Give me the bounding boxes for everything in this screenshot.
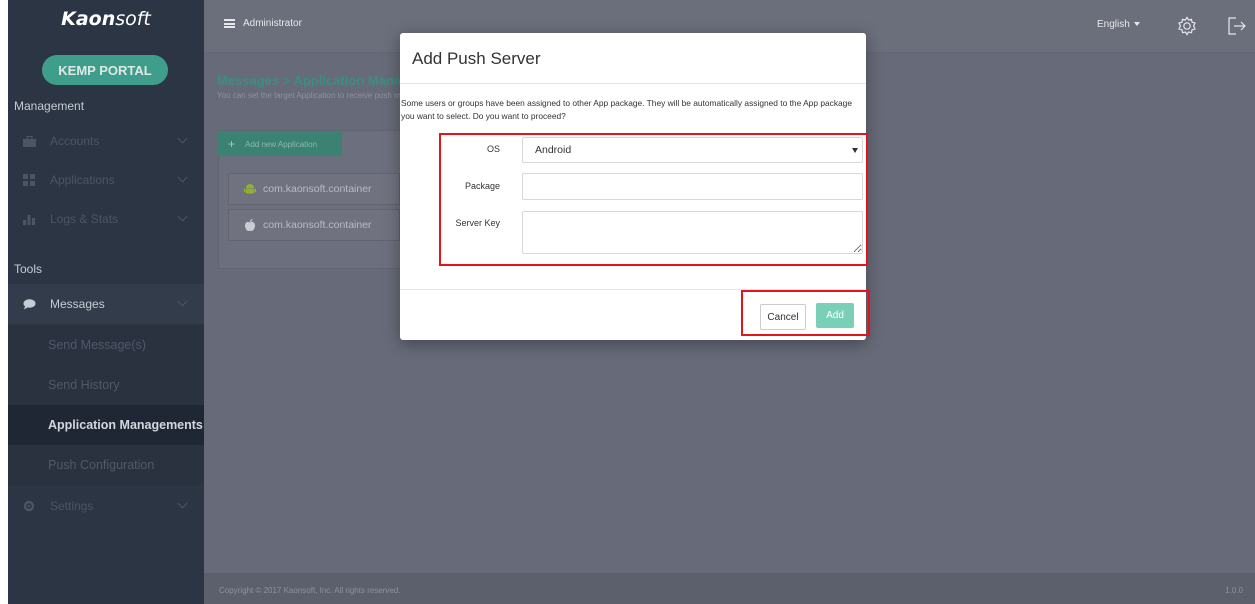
sidebar-subitem-application-managements[interactable]: Application Managements <box>8 405 204 445</box>
user-menu[interactable]: Administrator <box>224 18 302 29</box>
caret-down-icon <box>1133 22 1140 27</box>
section-management-label: Management <box>14 99 85 113</box>
language-dropdown[interactable]: English <box>1097 19 1140 30</box>
sidebar: Kaon soft KEMP PORTAL Management Accounts… <box>8 0 204 604</box>
grid-icon <box>22 174 36 186</box>
sidebar-item-label: Settings <box>50 499 94 513</box>
sidebar-subitem-label: Push Configuration <box>48 458 155 472</box>
sidebar-item-label: Applications <box>50 173 115 187</box>
copyright-text: Copyright © 2017 Kaonsoft, Inc. All righ… <box>219 586 401 595</box>
briefcase-icon <box>22 135 36 147</box>
menu-list-icon <box>224 19 235 28</box>
add-new-application-label: Add new Application <box>245 139 318 149</box>
logo-light: soft <box>115 8 151 30</box>
bar-chart-icon <box>22 213 36 225</box>
chevron-down-icon <box>177 296 188 307</box>
sidebar-item-settings[interactable]: Settings <box>8 486 204 526</box>
footer: Copyright © 2017 Kaonsoft, Inc. All righ… <box>204 573 1255 604</box>
chevron-down-icon <box>177 172 188 183</box>
user-name: Administrator <box>243 18 302 29</box>
chevron-down-icon <box>177 133 188 144</box>
version-text: 1.0.0 <box>1225 586 1243 595</box>
android-icon <box>243 182 257 196</box>
sidebar-item-label: Messages <box>50 297 105 311</box>
chat-bubble-icon <box>22 298 36 310</box>
apple-icon <box>243 218 257 232</box>
logo-bold: Kaon <box>61 8 116 30</box>
sidebar-item-applications[interactable]: Applications <box>8 160 204 200</box>
modal-divider <box>400 83 866 84</box>
sidebar-item-label: Logs & Stats <box>50 212 119 226</box>
logout-icon[interactable] <box>1226 15 1248 37</box>
form-fields-highlight <box>439 133 868 266</box>
buttons-highlight <box>741 290 870 336</box>
kemp-portal-button[interactable]: KEMP PORTAL <box>42 55 168 85</box>
modal-message: Some users or groups have been assigned … <box>401 98 852 121</box>
gear-icon[interactable] <box>1176 15 1198 37</box>
modal-title: Add Push Server <box>412 49 541 68</box>
list-item[interactable]: com.kaonsoft.container <box>228 173 400 205</box>
sidebar-subitem-label: Send History <box>48 378 120 392</box>
chevron-down-icon <box>177 498 188 509</box>
sidebar-item-accounts[interactable]: Accounts <box>8 121 204 161</box>
chevron-down-icon <box>177 211 188 222</box>
app-package-name: com.kaonsoft.container <box>263 183 372 195</box>
gear-icon <box>22 500 36 512</box>
sidebar-subitem-send-messages[interactable]: Send Message(s) <box>8 325 204 365</box>
add-new-application-button[interactable]: + Add new Application <box>218 132 342 156</box>
sidebar-subitem-send-history[interactable]: Send History <box>8 365 204 405</box>
sidebar-item-messages[interactable]: Messages <box>8 284 204 324</box>
section-tools-label: Tools <box>14 262 43 276</box>
brand-logo: Kaon soft <box>8 0 204 38</box>
list-item[interactable]: com.kaonsoft.container <box>228 209 400 241</box>
plus-icon: + <box>228 137 236 151</box>
sidebar-subitem-label: Application Managements <box>48 418 203 432</box>
sidebar-item-logs-stats[interactable]: Logs & Stats <box>8 199 204 239</box>
sidebar-subitem-push-configuration[interactable]: Push Configuration <box>8 445 204 485</box>
language-label: English <box>1097 19 1130 30</box>
sidebar-subitem-label: Send Message(s) <box>48 338 146 352</box>
app-package-name: com.kaonsoft.container <box>263 219 372 231</box>
sidebar-item-label: Accounts <box>50 134 100 148</box>
